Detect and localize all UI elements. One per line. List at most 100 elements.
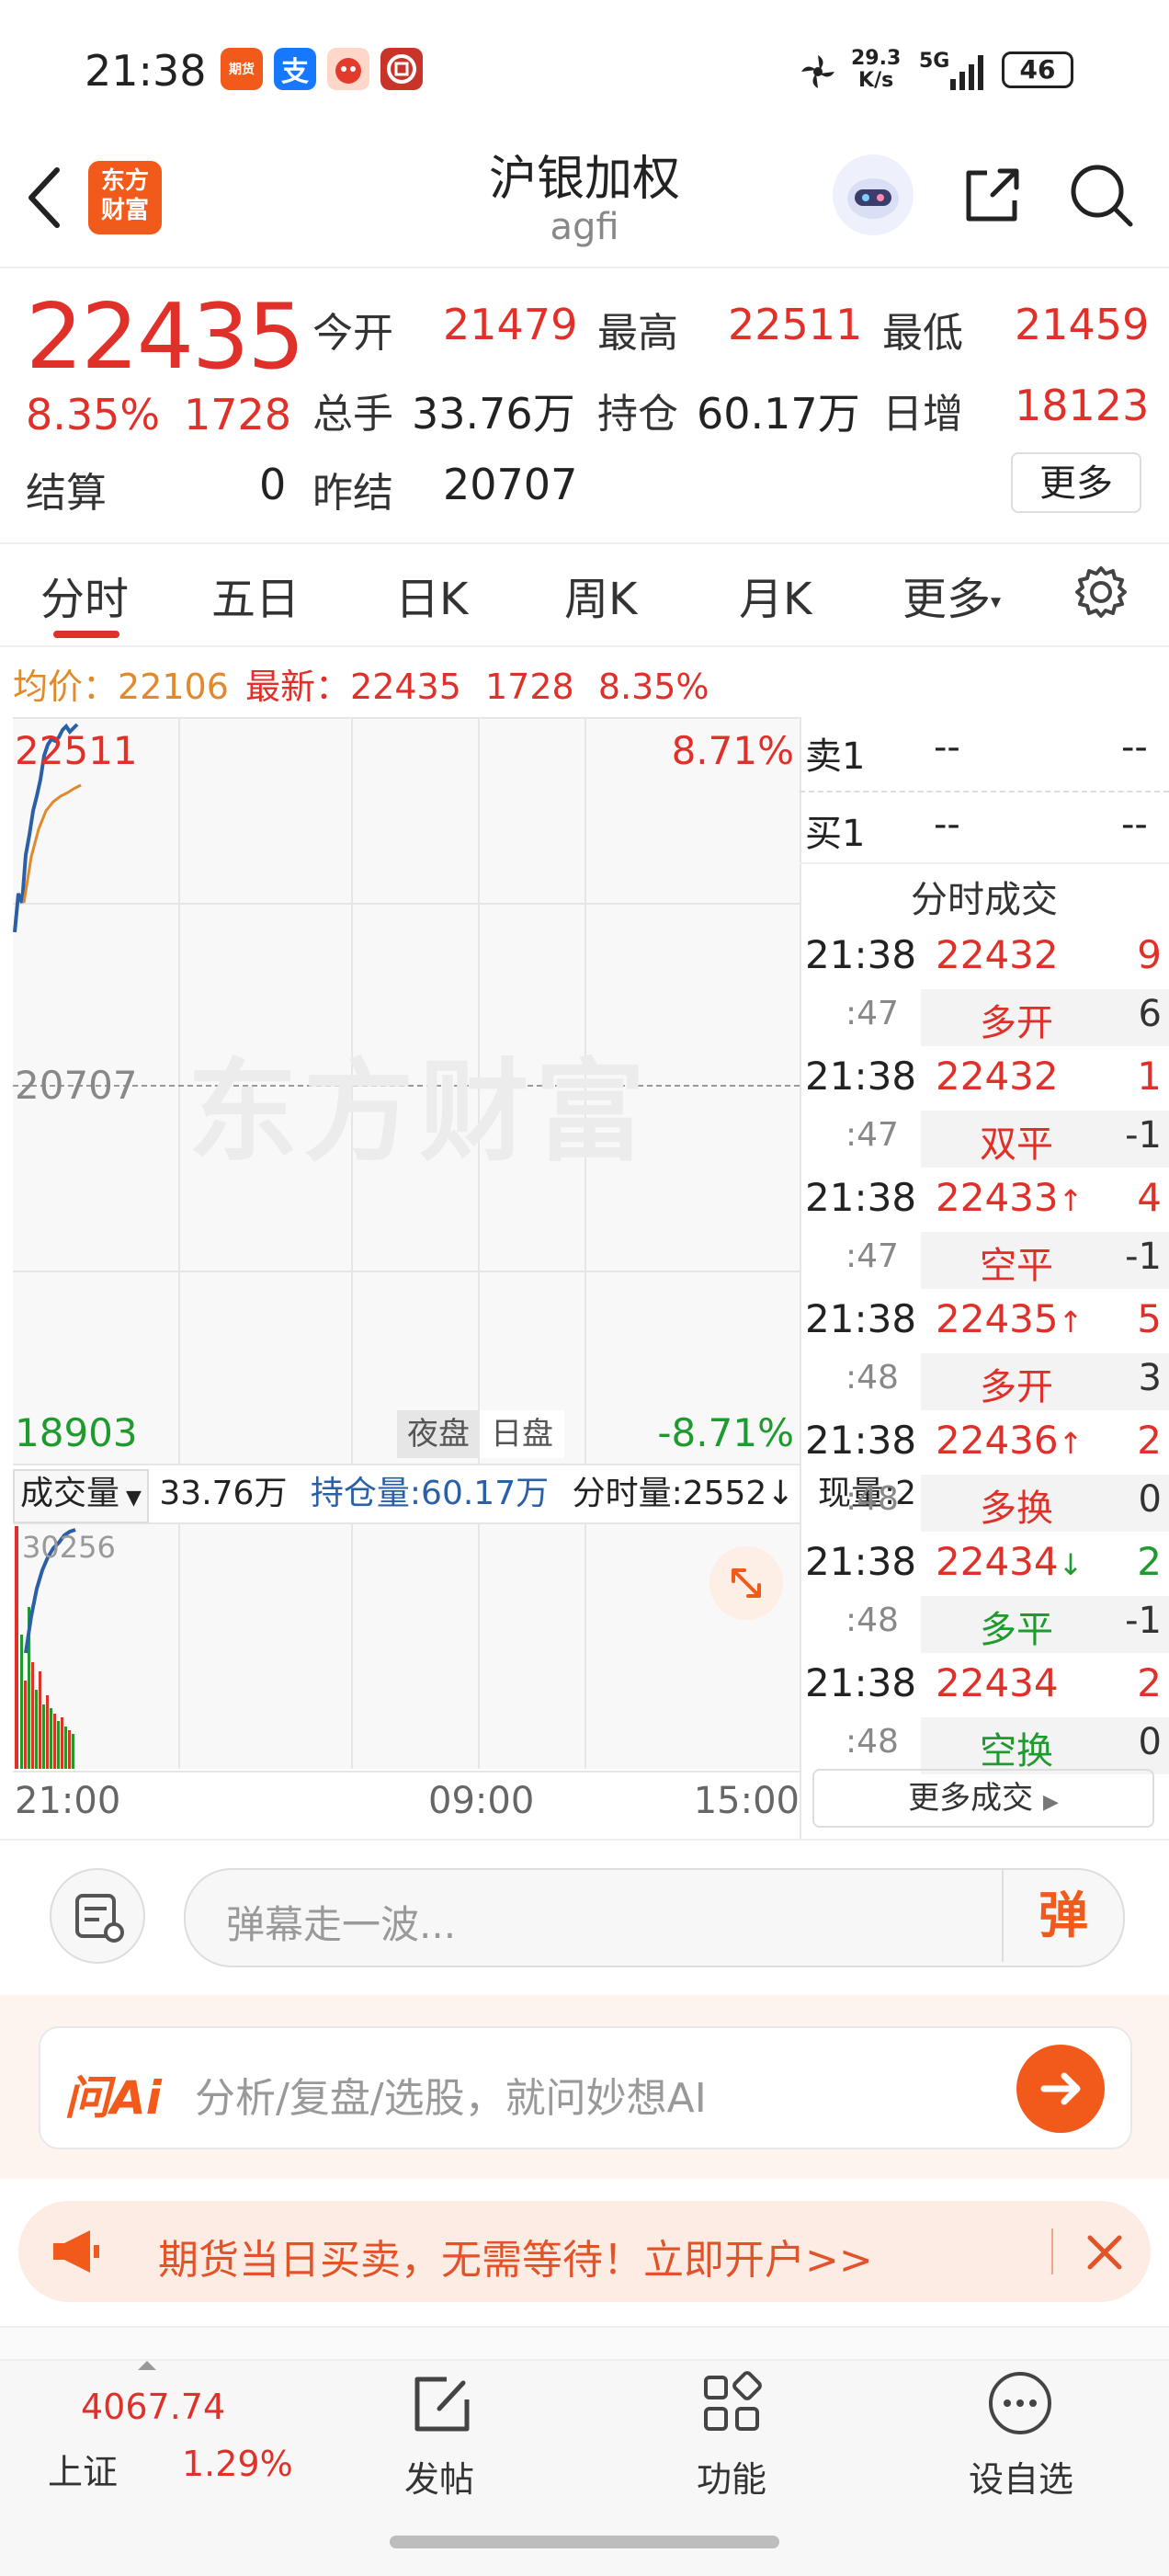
ai-ask-box[interactable]: 问Ai 分析/复盘/选股，就问妙想AI [39,2026,1132,2149]
share-icon[interactable] [959,162,1026,228]
tab-daily-k[interactable]: 日K [395,563,468,627]
day-session-button[interactable]: 日盘 [480,1410,564,1458]
time-axis-label: 09:00 [428,1780,535,1822]
trade-price: 22433↑ [936,1175,1084,1220]
danmu-placeholder: 弹幕走一波... [226,1902,457,1947]
trade-row: 21:38 22434 2 [800,1655,1169,1715]
trade-seconds: :47 [846,1237,899,1275]
edit-post-icon[interactable] [406,2370,476,2440]
trade-price: 22432 [936,1054,1059,1099]
volume-bars-svg [15,1526,76,1769]
active-tab-indicator [53,631,119,638]
change-percent: 8.35% [26,390,161,439]
nav-functions[interactable]: 功能 [697,2451,766,2502]
functions-grid-icon[interactable] [697,2368,766,2438]
open-interest-label: 持仓 [597,391,678,438]
promo-text: 期货当日买卖，无需等待！立即开户>> [158,2237,873,2284]
latest-percent: 8.35% [597,667,709,707]
trade-volume: 1 [1137,1054,1162,1099]
intraday-price-chart[interactable]: 东方财富 22511 8.71% 20707 18903 -8.71% 夜盘 日… [13,717,800,1464]
trade-oi-change: -1 [1125,1600,1162,1642]
ask1-volume: -- [1121,726,1148,769]
chart-bottom-percent: -8.71% [657,1410,794,1455]
trade-detail-row: :47 多开 6 [800,987,1169,1048]
banner-divider [1051,2228,1053,2274]
search-icon[interactable] [1066,160,1136,230]
trade-detail-row: :48 多开 3 [800,1351,1169,1412]
trade-oi-change: -1 [1125,1236,1162,1278]
tab-weekly-k[interactable]: 周K [564,563,637,627]
trade-type: 空换 [980,1730,1053,1772]
index-value[interactable]: 4067.74 [81,2387,225,2427]
daily-increase-label: 日增 [882,391,963,438]
time-axis: 21:00 09:00 15:00 [13,1771,800,1837]
trade-seconds: :48 [846,1359,899,1396]
avg-price-value: 22106 [118,667,229,707]
nav-post[interactable]: 发帖 [404,2451,474,2502]
latest-change: 1728 [485,667,574,707]
fan-icon [801,55,834,88]
settle-value: 0 [259,460,287,509]
ai-logo: 问Ai [64,2071,162,2125]
trade-detail-row: :47 双平 -1 [800,1109,1169,1169]
prev-settle-value: 20707 [443,460,578,509]
index-percent[interactable]: 1.29% [182,2444,293,2484]
tab-intraday[interactable]: 分时 [40,563,129,627]
eastmoney-logo[interactable]: 东方财富 [88,161,162,234]
mascot-app-icon [327,48,369,90]
trade-seconds: :48 [846,1601,899,1639]
status-time: 21:38 [85,46,207,96]
trade-row: 21:38 22433↑ 4 [800,1169,1169,1230]
trade-oi-change: 6 [1138,993,1162,1035]
trade-seconds: :48 [846,1723,899,1761]
chart-bottom-price: 18903 [15,1410,138,1455]
settings-gear-icon[interactable] [1072,563,1130,621]
chart-top-percent: 8.71% [671,728,794,773]
expand-chart-button[interactable] [709,1546,783,1620]
signal-icon [950,55,983,90]
danmu-send-button[interactable]: 弹 [1002,1870,1123,1962]
trade-detail-row: :48 多换 0 [800,1473,1169,1533]
trade-volume: 2 [1137,1660,1162,1705]
open-interest-text: 持仓量:60.17万 [310,1475,550,1512]
volume-indicator-selector[interactable]: 成交量 ▼ [13,1469,149,1523]
trade-volume: 2 [1137,1539,1162,1584]
danmu-settings-button[interactable] [50,1868,145,1964]
volume-chart[interactable]: 30256 [13,1524,800,1769]
trade-volume: 4 [1137,1175,1162,1220]
back-arrow-icon[interactable] [26,161,62,234]
trade-type: 多开 [980,1002,1053,1044]
tab-five-day[interactable]: 五日 [211,563,300,627]
index-name[interactable]: 上证 [48,2444,118,2494]
night-session-button[interactable]: 夜盘 [397,1410,480,1458]
trade-oi-change: 0 [1138,1721,1162,1763]
open-value: 21479 [443,300,578,349]
trade-row: 21:38 22434↓ 2 [800,1533,1169,1594]
status-bar: 21:38 期货 支 29.3 K/s 5G 46 [0,0,1169,147]
time-axis-label: 21:00 [15,1780,121,1822]
promo-banner[interactable]: 期货当日买卖，无需等待！立即开户>> [18,2201,1151,2302]
intraday-info-line: 均价：22106 最新：22435 1728 8.35% [13,658,709,709]
order-book-divider [800,791,1169,792]
tab-more[interactable]: 更多▾ [902,563,1001,627]
tab-monthly-k[interactable]: 月K [739,563,811,627]
more-trades-button[interactable]: 更多成交 ▶ [812,1769,1154,1828]
more-dots-icon[interactable] [985,2368,1055,2438]
more-quote-button[interactable]: 更多 [1011,452,1141,513]
tick-volume-text: 分时量:2552↓ [572,1475,795,1512]
trade-oi-change: 0 [1138,1478,1162,1521]
volume-info-bar: 成交量 ▼ 33.76万 持仓量:60.17万 分时量:2552↓ 现量:2 [13,1464,916,1524]
trade-detail-row: :47 空平 -1 [800,1230,1169,1291]
home-indicator[interactable] [390,2536,779,2548]
nav-watchlist[interactable]: 设自选 [969,2451,1073,2502]
trade-row: 21:38 22436↑ 2 [800,1412,1169,1473]
close-icon[interactable] [1084,2232,1125,2273]
ai-assistant-avatar[interactable] [833,154,914,235]
change-amount: 1728 [184,390,292,439]
avg-price-line [22,783,82,904]
ai-submit-button[interactable] [1016,2045,1105,2133]
trade-time: 21:38 [805,1175,917,1220]
danmu-input[interactable]: 弹幕走一波... 弹 [184,1868,1125,1967]
trade-type: 多换 [980,1487,1053,1530]
trade-type: 多开 [980,1366,1053,1408]
